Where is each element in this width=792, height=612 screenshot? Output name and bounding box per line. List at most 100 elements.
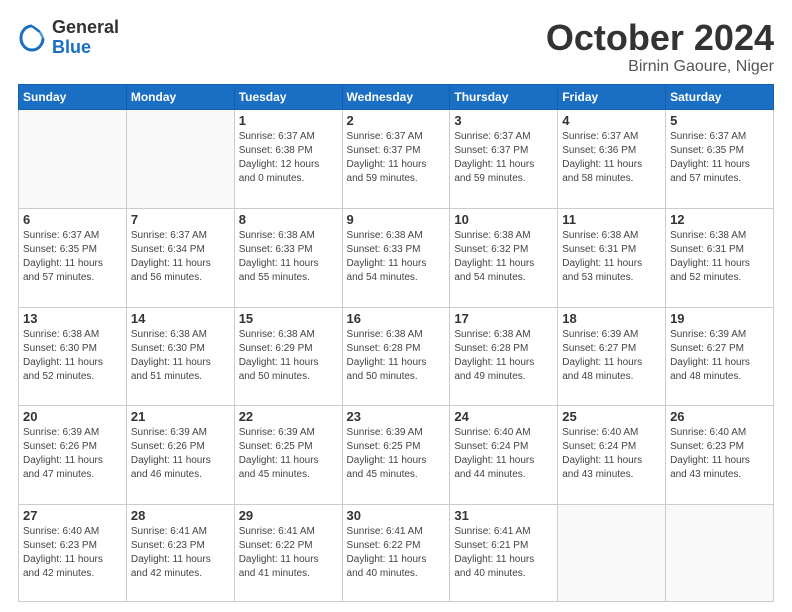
day-info: Sunrise: 6:40 AM Sunset: 6:24 PM Dayligh… [562, 426, 661, 482]
calendar-week-row: 13 Sunrise: 6:38 AM Sunset: 6:30 PM Dayli… [19, 307, 774, 406]
day-number: 15 [239, 311, 338, 326]
day-info: Sunrise: 6:38 AM Sunset: 6:31 PM Dayligh… [562, 229, 661, 285]
subtitle: Birnin Gaoure, Niger [546, 58, 774, 76]
day-number: 8 [239, 212, 338, 227]
calendar-cell [558, 505, 666, 602]
calendar-cell: 10 Sunrise: 6:38 AM Sunset: 6:32 PM Dayli… [450, 208, 558, 307]
day-info: Sunrise: 6:37 AM Sunset: 6:35 PM Dayligh… [670, 130, 769, 186]
calendar-cell: 19 Sunrise: 6:39 AM Sunset: 6:27 PM Dayli… [666, 307, 774, 406]
weekday-header: Thursday [450, 84, 558, 109]
day-number: 1 [239, 113, 338, 128]
calendar-cell: 25 Sunrise: 6:40 AM Sunset: 6:24 PM Dayli… [558, 406, 666, 505]
day-number: 24 [454, 409, 553, 424]
calendar-cell: 1 Sunrise: 6:37 AM Sunset: 6:38 PM Daylig… [234, 109, 342, 208]
logo-general: General [52, 18, 119, 38]
calendar-cell: 6 Sunrise: 6:37 AM Sunset: 6:35 PM Daylig… [19, 208, 127, 307]
calendar-cell: 15Sunrise: 6:38 AM Sunset: 6:29 PM Dayli… [234, 307, 342, 406]
day-number: 20 [23, 409, 122, 424]
calendar-cell: 7 Sunrise: 6:37 AM Sunset: 6:34 PM Daylig… [126, 208, 234, 307]
day-info: Sunrise: 6:38 AM Sunset: 6:32 PM Dayligh… [454, 229, 553, 285]
day-info: Sunrise: 6:39 AM Sunset: 6:27 PM Dayligh… [670, 328, 769, 384]
day-info: Sunrise: 6:40 AM Sunset: 6:24 PM Dayligh… [454, 426, 553, 482]
calendar-cell [19, 109, 127, 208]
calendar-cell [666, 505, 774, 602]
day-info: Sunrise: 6:37 AM Sunset: 6:38 PM Dayligh… [239, 130, 338, 186]
calendar-cell: 22 Sunrise: 6:39 AM Sunset: 6:25 PM Dayli… [234, 406, 342, 505]
header: General Blue October 2024 Birnin Gaoure,… [18, 18, 774, 76]
day-number: 17 [454, 311, 553, 326]
day-number: 6 [23, 212, 122, 227]
day-info: Sunrise: 6:38 AM Sunset: 6:28 PM Dayligh… [347, 328, 446, 384]
day-info: Sunrise: 6:38 AM Sunset: 6:33 PM Dayligh… [347, 229, 446, 285]
day-info: Sunrise: 6:39 AM Sunset: 6:26 PM Dayligh… [23, 426, 122, 482]
logo-text: General Blue [52, 18, 119, 58]
day-number: 5 [670, 113, 769, 128]
calendar-week-row: 1 Sunrise: 6:37 AM Sunset: 6:38 PM Daylig… [19, 109, 774, 208]
calendar-cell: 21 Sunrise: 6:39 AM Sunset: 6:26 PM Dayli… [126, 406, 234, 505]
day-number: 7 [131, 212, 230, 227]
calendar-cell: 13Sunrise: 6:38 AM Sunset: 6:30 PM Dayli… [19, 307, 127, 406]
calendar-cell: 29Sunrise: 6:41 AM Sunset: 6:22 PM Dayli… [234, 505, 342, 602]
logo: General Blue [18, 18, 119, 58]
day-number: 12 [670, 212, 769, 227]
calendar-cell: 28Sunrise: 6:41 AM Sunset: 6:23 PM Dayli… [126, 505, 234, 602]
calendar-cell: 11 Sunrise: 6:38 AM Sunset: 6:31 PM Dayli… [558, 208, 666, 307]
weekday-header: Saturday [666, 84, 774, 109]
calendar-table: SundayMondayTuesdayWednesdayThursdayFrid… [18, 84, 774, 602]
calendar-cell: 18 Sunrise: 6:39 AM Sunset: 6:27 PM Dayli… [558, 307, 666, 406]
day-info: Sunrise: 6:38 AM Sunset: 6:30 PM Dayligh… [131, 328, 230, 384]
day-info: Sunrise: 6:39 AM Sunset: 6:27 PM Dayligh… [562, 328, 661, 384]
calendar-week-row: 27Sunrise: 6:40 AM Sunset: 6:23 PM Dayli… [19, 505, 774, 602]
day-number: 21 [131, 409, 230, 424]
day-info: Sunrise: 6:39 AM Sunset: 6:25 PM Dayligh… [239, 426, 338, 482]
day-number: 19 [670, 311, 769, 326]
day-info: Sunrise: 6:38 AM Sunset: 6:33 PM Dayligh… [239, 229, 338, 285]
calendar-cell: 3Sunrise: 6:37 AM Sunset: 6:37 PM Daylig… [450, 109, 558, 208]
day-info: Sunrise: 6:41 AM Sunset: 6:22 PM Dayligh… [347, 525, 446, 581]
calendar-week-row: 20 Sunrise: 6:39 AM Sunset: 6:26 PM Dayli… [19, 406, 774, 505]
calendar-cell: 14Sunrise: 6:38 AM Sunset: 6:30 PM Dayli… [126, 307, 234, 406]
calendar-cell: 4Sunrise: 6:37 AM Sunset: 6:36 PM Daylig… [558, 109, 666, 208]
day-info: Sunrise: 6:40 AM Sunset: 6:23 PM Dayligh… [670, 426, 769, 482]
calendar-cell: 26 Sunrise: 6:40 AM Sunset: 6:23 PM Dayli… [666, 406, 774, 505]
calendar-cell: 31Sunrise: 6:41 AM Sunset: 6:21 PM Dayli… [450, 505, 558, 602]
weekday-header: Tuesday [234, 84, 342, 109]
calendar-cell: 16 Sunrise: 6:38 AM Sunset: 6:28 PM Dayli… [342, 307, 450, 406]
calendar-cell: 24 Sunrise: 6:40 AM Sunset: 6:24 PM Dayli… [450, 406, 558, 505]
day-number: 13 [23, 311, 122, 326]
day-info: Sunrise: 6:38 AM Sunset: 6:28 PM Dayligh… [454, 328, 553, 384]
day-number: 2 [347, 113, 446, 128]
day-info: Sunrise: 6:37 AM Sunset: 6:34 PM Dayligh… [131, 229, 230, 285]
day-number: 26 [670, 409, 769, 424]
calendar-cell: 12 Sunrise: 6:38 AM Sunset: 6:31 PM Dayli… [666, 208, 774, 307]
day-info: Sunrise: 6:40 AM Sunset: 6:23 PM Dayligh… [23, 525, 122, 581]
day-number: 16 [347, 311, 446, 326]
weekday-header: Monday [126, 84, 234, 109]
title-block: October 2024 Birnin Gaoure, Niger [546, 18, 774, 76]
day-info: Sunrise: 6:37 AM Sunset: 6:35 PM Dayligh… [23, 229, 122, 285]
main-title: October 2024 [546, 18, 774, 58]
calendar-cell: 8 Sunrise: 6:38 AM Sunset: 6:33 PM Daylig… [234, 208, 342, 307]
calendar-cell: 20 Sunrise: 6:39 AM Sunset: 6:26 PM Dayli… [19, 406, 127, 505]
calendar-cell: 23Sunrise: 6:39 AM Sunset: 6:25 PM Dayli… [342, 406, 450, 505]
day-number: 22 [239, 409, 338, 424]
day-info: Sunrise: 6:41 AM Sunset: 6:21 PM Dayligh… [454, 525, 553, 581]
weekday-header: Wednesday [342, 84, 450, 109]
day-number: 30 [347, 508, 446, 523]
day-number: 18 [562, 311, 661, 326]
calendar-cell: 2 Sunrise: 6:37 AM Sunset: 6:37 PM Daylig… [342, 109, 450, 208]
calendar-week-row: 6 Sunrise: 6:37 AM Sunset: 6:35 PM Daylig… [19, 208, 774, 307]
day-number: 11 [562, 212, 661, 227]
day-info: Sunrise: 6:41 AM Sunset: 6:22 PM Dayligh… [239, 525, 338, 581]
day-number: 10 [454, 212, 553, 227]
day-info: Sunrise: 6:37 AM Sunset: 6:37 PM Dayligh… [347, 130, 446, 186]
weekday-header: Friday [558, 84, 666, 109]
day-info: Sunrise: 6:39 AM Sunset: 6:26 PM Dayligh… [131, 426, 230, 482]
day-number: 9 [347, 212, 446, 227]
calendar-cell: 5 Sunrise: 6:37 AM Sunset: 6:35 PM Daylig… [666, 109, 774, 208]
calendar-cell: 27Sunrise: 6:40 AM Sunset: 6:23 PM Dayli… [19, 505, 127, 602]
day-number: 4 [562, 113, 661, 128]
day-info: Sunrise: 6:38 AM Sunset: 6:31 PM Dayligh… [670, 229, 769, 285]
day-number: 23 [347, 409, 446, 424]
day-number: 25 [562, 409, 661, 424]
